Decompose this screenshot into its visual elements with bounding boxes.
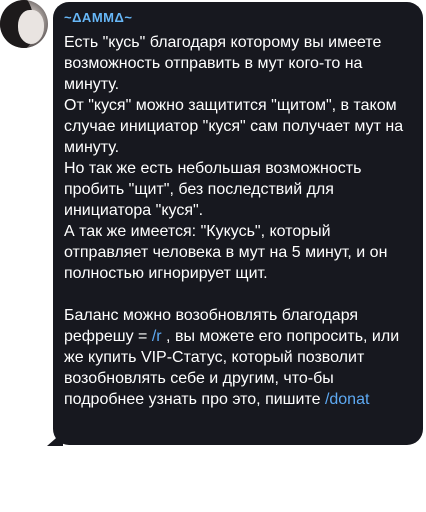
paragraph-1: Есть "кусь" благодаря которому вы имеете…	[64, 34, 386, 93]
paragraph-2: От "куся" можно защитится "щитом", в так…	[64, 97, 408, 156]
sender-name[interactable]: ~ΔAMMΔ~	[64, 10, 132, 25]
avatar-face	[18, 10, 44, 44]
avatar[interactable]	[0, 0, 48, 48]
message-bubble[interactable]: ~ΔAMMΔ~ Есть "кусь" благодаря которому в…	[53, 2, 423, 445]
donat-command-link[interactable]: /donat	[325, 391, 369, 408]
paragraph-4: А так же имеется: "Кукусь", который отпр…	[64, 223, 392, 282]
message-text: Есть "кусь" благодаря которому вы имеете…	[64, 32, 409, 410]
paragraph-3: Но так же есть небольшая возможность про…	[64, 160, 366, 219]
refresh-command-link[interactable]: /r	[152, 328, 162, 345]
